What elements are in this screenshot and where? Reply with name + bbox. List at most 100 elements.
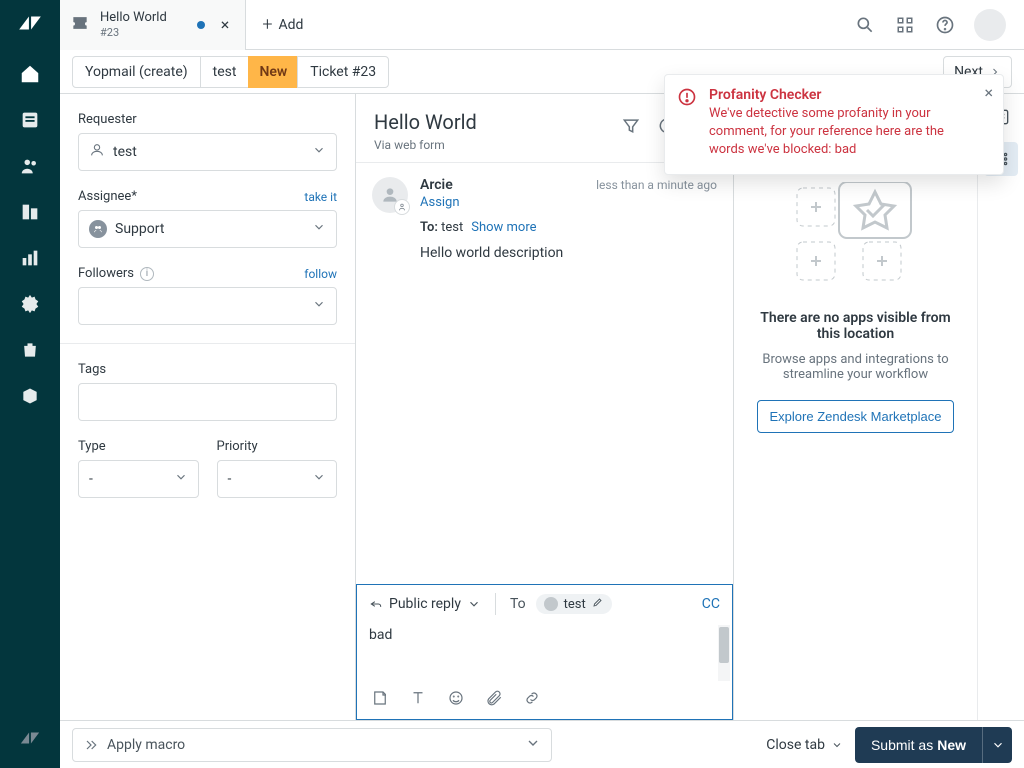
tab-subtitle: #23 xyxy=(100,26,167,39)
nav-settings-icon[interactable] xyxy=(18,292,42,316)
take-it-link[interactable]: take it xyxy=(304,190,337,204)
nav-home-icon[interactable] xyxy=(18,62,42,86)
left-nav-rail xyxy=(0,0,60,768)
explore-marketplace-button[interactable]: Explore Zendesk Marketplace xyxy=(757,400,955,433)
ticket-via: Via web form xyxy=(374,138,477,152)
unsaved-dot-icon xyxy=(197,21,205,29)
submit-dropdown[interactable] xyxy=(982,727,1012,763)
user-avatar[interactable] xyxy=(974,9,1006,41)
search-icon[interactable] xyxy=(854,14,876,36)
filter-icon[interactable] xyxy=(621,116,643,138)
crumb-ticket[interactable]: Ticket #23 xyxy=(297,56,389,88)
recipient-chip[interactable]: test xyxy=(536,594,612,614)
nav-org-icon[interactable] xyxy=(18,200,42,224)
reply-composer: Public reply To test CC xyxy=(356,584,733,720)
requester-label: Requester xyxy=(78,112,137,127)
right-rail xyxy=(978,94,1024,720)
nav-zendesk-icon[interactable] xyxy=(18,726,42,750)
reply-type-dropdown[interactable]: Public reply xyxy=(369,596,481,612)
brand-logo xyxy=(17,10,43,40)
to-value: test xyxy=(441,220,463,235)
add-tab-label: Add xyxy=(279,17,304,33)
message-time: less than a minute ago xyxy=(596,178,717,192)
tags-label: Tags xyxy=(78,362,106,377)
nav-package-icon[interactable] xyxy=(18,384,42,408)
apps-empty-heading: There are no apps visible from this loca… xyxy=(744,310,967,342)
text-format-icon[interactable] xyxy=(409,689,429,709)
profanity-toast: × Profanity Checker We've detective some… xyxy=(664,74,1004,175)
chevron-down-icon xyxy=(312,143,326,161)
nav-trash-icon[interactable] xyxy=(18,338,42,362)
cc-button[interactable]: CC xyxy=(702,596,720,612)
followers-label: Followers xyxy=(78,266,134,281)
close-tab-button[interactable]: Close tab xyxy=(766,737,843,753)
toast-close-icon[interactable]: × xyxy=(984,83,993,102)
assignee-label: Assignee* xyxy=(78,189,137,204)
ticket-fields-panel: Requester test Assignee*take it Support … xyxy=(60,94,356,720)
assign-link[interactable]: Assign xyxy=(420,195,717,210)
type-label: Type xyxy=(78,439,106,454)
show-more-link[interactable]: Show more xyxy=(471,220,536,235)
crumb-org[interactable]: Yopmail (create) xyxy=(72,56,201,88)
crumb-user[interactable]: test xyxy=(200,56,250,88)
chevron-down-icon xyxy=(312,297,326,315)
composer-textarea[interactable] xyxy=(369,627,706,679)
message: Arcie less than a minute ago Assign To: … xyxy=(372,177,717,261)
add-tab-button[interactable]: + Add xyxy=(246,0,319,50)
type-select[interactable]: - xyxy=(78,460,199,498)
nav-customers-icon[interactable] xyxy=(18,154,42,178)
priority-select[interactable]: - xyxy=(217,460,338,498)
apps-illustration xyxy=(744,182,967,292)
nav-reports-icon[interactable] xyxy=(18,246,42,270)
link-icon[interactable] xyxy=(523,689,543,709)
chevron-down-icon xyxy=(174,470,188,488)
apps-empty-sub: Browse apps and integrations to streamli… xyxy=(744,352,967,382)
divider xyxy=(495,593,496,615)
chevron-down-icon xyxy=(312,220,326,238)
followers-select[interactable] xyxy=(78,287,337,325)
conversation-panel: Hello World Via web form Arcie less than… xyxy=(356,94,734,720)
message-body: Hello world description xyxy=(420,245,717,261)
crumb-status: New xyxy=(248,56,298,88)
apps-panel: There are no apps visible from this loca… xyxy=(734,94,978,720)
nav-views-icon[interactable] xyxy=(18,108,42,132)
follow-link[interactable]: follow xyxy=(304,267,337,281)
ticket-title: Hello World xyxy=(374,110,477,134)
tags-input[interactable] xyxy=(78,383,337,421)
person-icon xyxy=(89,142,105,162)
role-badge-icon xyxy=(394,199,410,215)
info-icon[interactable]: i xyxy=(140,267,154,281)
tab-close-icon[interactable]: × xyxy=(221,15,230,34)
chip-avatar xyxy=(544,597,558,611)
ticket-icon xyxy=(70,13,90,37)
plus-icon: + xyxy=(262,14,272,35)
assignee-select[interactable]: Support xyxy=(78,210,337,248)
requester-select[interactable]: test xyxy=(78,133,337,171)
tab-title: Hello World xyxy=(100,10,167,26)
toast-body: We've detective some profanity in your c… xyxy=(709,105,971,160)
submit-button[interactable]: Submit as New xyxy=(855,727,982,763)
requester-value: test xyxy=(113,144,137,160)
chevron-down-icon xyxy=(312,470,326,488)
footer-bar: Apply macro Close tab Submit as New xyxy=(60,720,1024,768)
note-icon[interactable] xyxy=(371,689,391,709)
priority-label: Priority xyxy=(217,439,258,454)
sender-name: Arcie xyxy=(420,177,453,193)
apply-macro-dropdown[interactable]: Apply macro xyxy=(72,728,552,762)
to-label: To: xyxy=(420,220,438,235)
emoji-icon[interactable] xyxy=(447,689,467,709)
help-icon[interactable] xyxy=(934,14,956,36)
scrollbar[interactable] xyxy=(718,625,730,681)
divider xyxy=(60,343,355,344)
toast-title: Profanity Checker xyxy=(709,87,971,103)
chevron-down-icon xyxy=(525,735,541,755)
assignee-value: Support xyxy=(115,221,164,237)
alert-icon xyxy=(677,87,697,111)
tab-ticket[interactable]: Hello World #23 × xyxy=(60,0,246,50)
edit-icon xyxy=(592,596,604,612)
attachment-icon[interactable] xyxy=(485,689,505,709)
apps-grid-icon[interactable] xyxy=(894,14,916,36)
sender-avatar xyxy=(372,177,408,213)
top-bar: Hello World #23 × + Add xyxy=(60,0,1024,50)
composer-to-label: To xyxy=(510,596,526,612)
